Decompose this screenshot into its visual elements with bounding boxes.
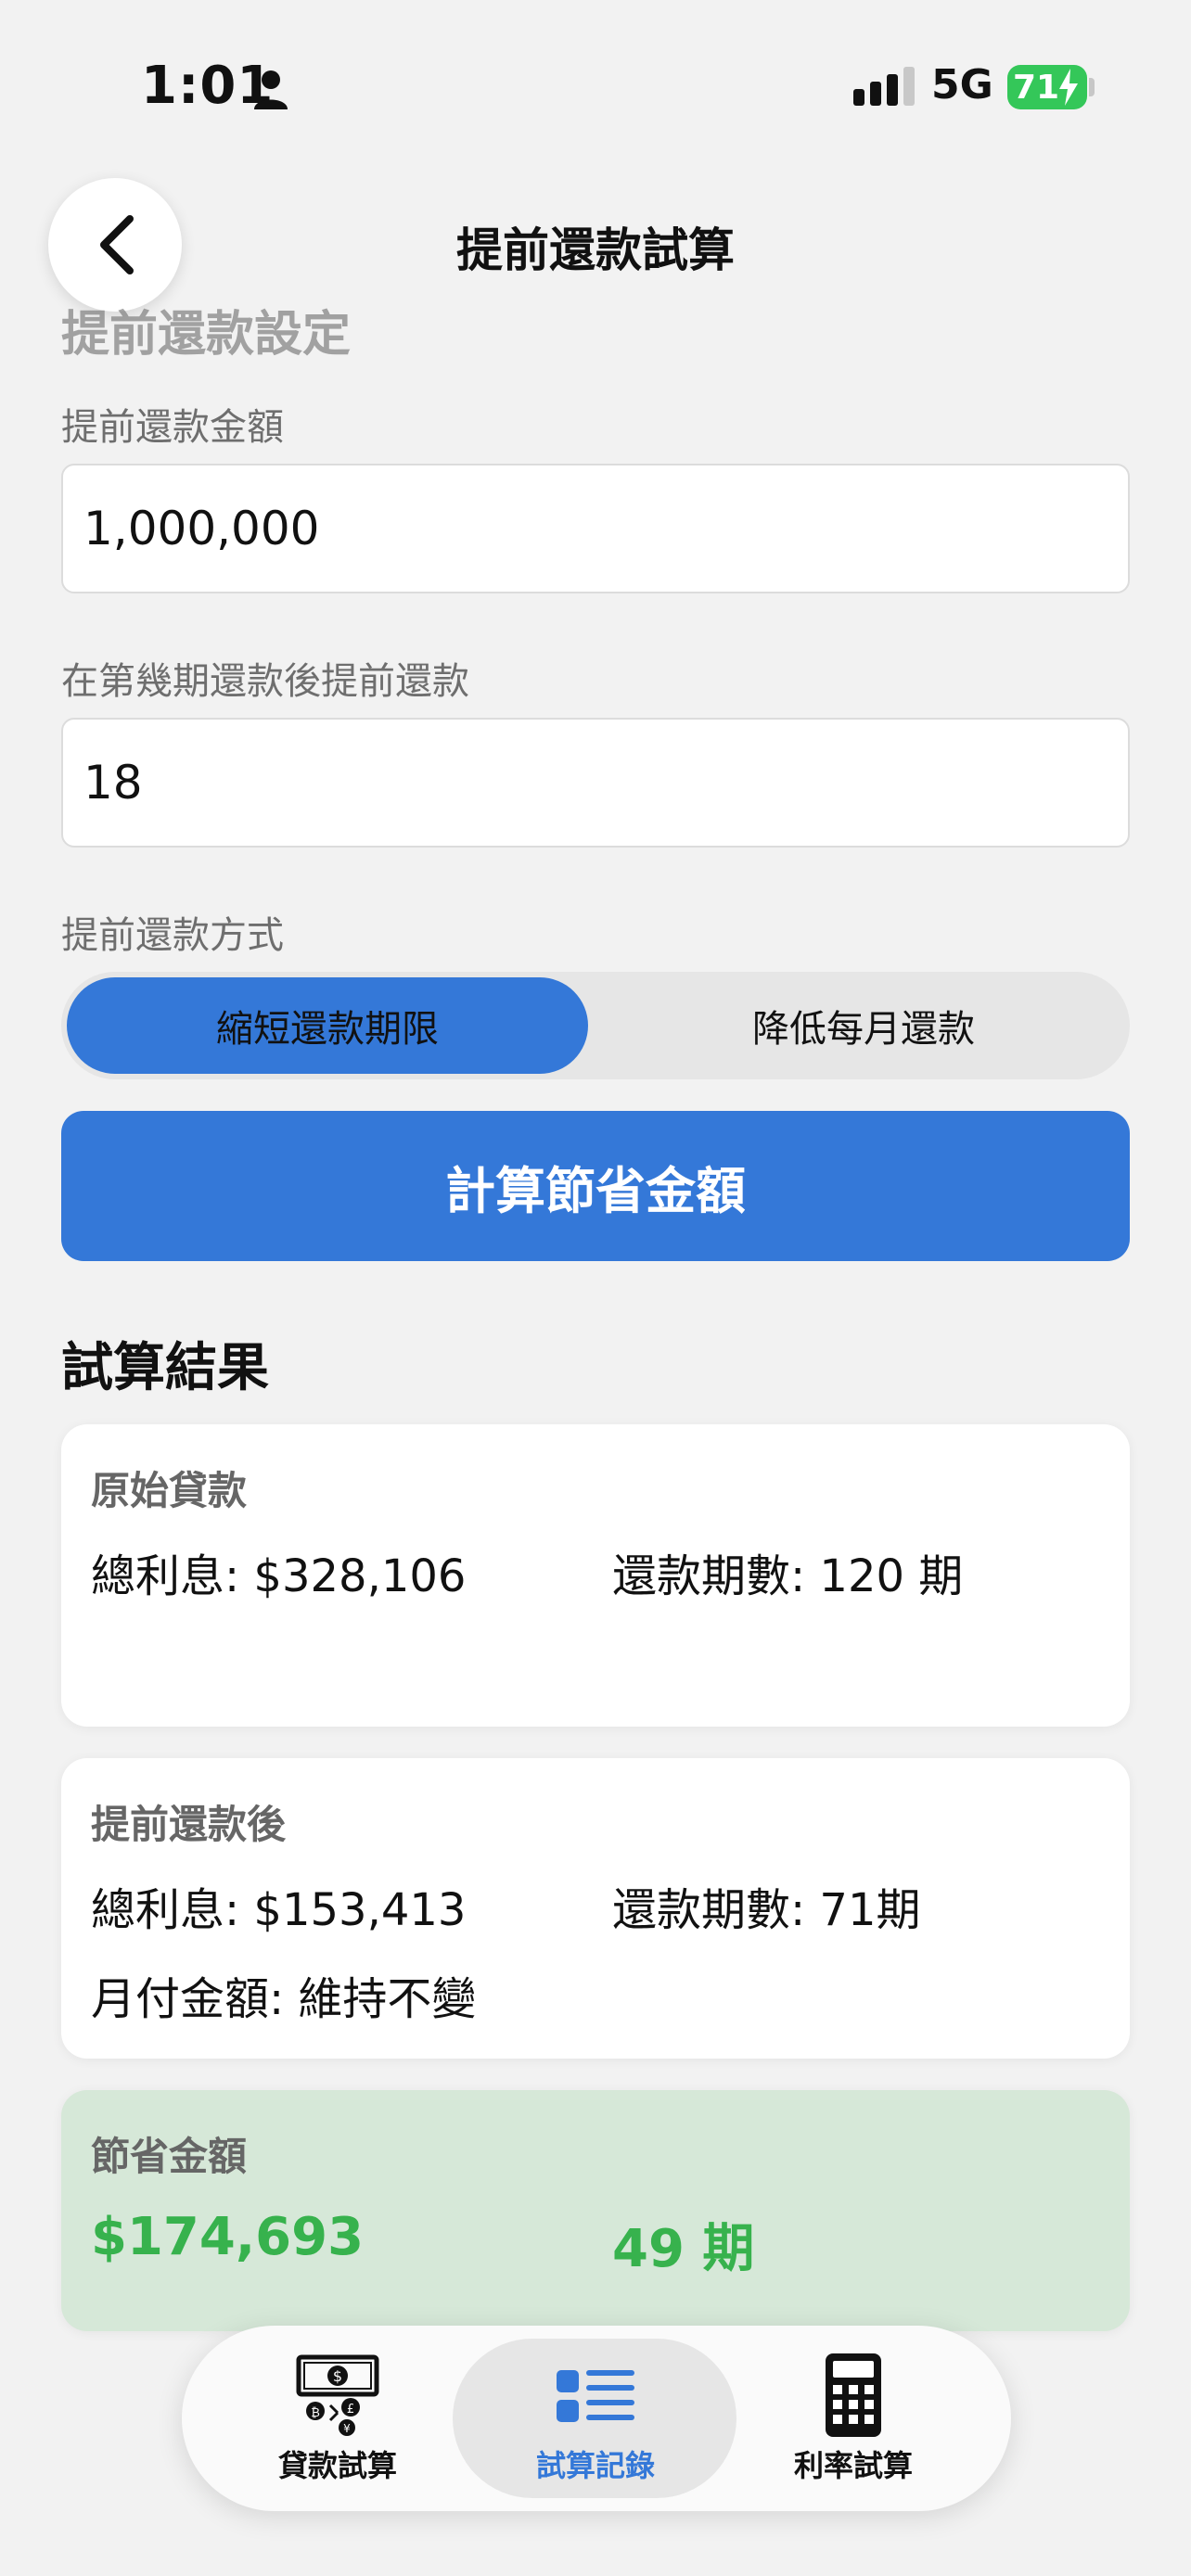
person-icon xyxy=(254,70,288,109)
svg-text:₿: ₿ xyxy=(311,2406,320,2420)
amount-label: 提前還款金額 xyxy=(61,406,284,449)
battery-tip xyxy=(1089,78,1095,96)
money-exchange-icon: $ ₿ £ ¥ xyxy=(296,2354,379,2436)
calculate-savings-button[interactable]: 計算節省金額 xyxy=(61,1111,1130,1261)
charging-bolt-icon xyxy=(1059,69,1078,106)
after-total-interest: 總利息: $153,413 xyxy=(91,1884,467,1936)
tab-loan-calculator[interactable]: $ ₿ £ ¥ 貸款試算 xyxy=(217,2326,458,2511)
tab-label-interest: 利率試算 xyxy=(793,2448,913,2483)
savings-periods: 49 期 xyxy=(612,2219,755,2279)
battery-level: 71 xyxy=(1013,68,1060,107)
svg-text:$: $ xyxy=(333,2367,342,2385)
original-loan-title: 原始貸款 xyxy=(91,1468,248,1513)
tab-interest-calculator[interactable]: 利率試算 xyxy=(733,2326,974,2511)
original-loan-card: 原始貸款 總利息: $328,106 還款期數: 120 期 xyxy=(61,1424,1130,1727)
tab-label-loan: 貸款試算 xyxy=(277,2448,397,2483)
calculator-icon xyxy=(826,2353,881,2437)
tab-label-records: 試算記錄 xyxy=(535,2448,655,2483)
amount-input[interactable]: 1,000,000 xyxy=(61,464,1130,593)
list-icon xyxy=(557,2370,634,2422)
method-option-reduce-payment[interactable]: 降低每月還款 xyxy=(603,977,1124,1074)
after-prepayment-title: 提前還款後 xyxy=(91,1802,287,1847)
period-input[interactable]: 18 xyxy=(61,718,1130,848)
svg-text:£: £ xyxy=(347,2403,354,2417)
method-option-shorten-term[interactable]: 縮短還款期限 xyxy=(67,977,588,1074)
network-label: 5G xyxy=(931,61,993,108)
page-title: 提前還款試算 xyxy=(456,223,735,277)
savings-title: 節省金額 xyxy=(91,2134,248,2179)
savings-amount: $174,693 xyxy=(91,2207,365,2267)
settings-section-title: 提前還款設定 xyxy=(61,307,352,363)
period-label: 在第幾期還款後提前還款 xyxy=(61,660,469,703)
savings-card: 節省金額 $174,693 49 期 xyxy=(61,2090,1130,2331)
tab-bar: $ ₿ £ ¥ 貸款試算 試算記錄 利率試算 xyxy=(182,2326,1011,2511)
monthly-payment-status: 月付金額: 維持不變 xyxy=(91,1973,477,2025)
method-segmented-control: 縮短還款期限 降低每月還款 xyxy=(61,972,1130,1079)
tab-calculation-records[interactable]: 試算記錄 xyxy=(475,2326,716,2511)
original-total-interest: 總利息: $328,106 xyxy=(91,1550,467,1602)
svg-text:¥: ¥ xyxy=(343,2422,351,2435)
after-periods: 還款期數: 71期 xyxy=(612,1884,921,1936)
original-periods: 還款期數: 120 期 xyxy=(612,1550,964,1602)
results-title: 試算結果 xyxy=(61,1338,269,1398)
after-prepayment-card: 提前還款後 總利息: $153,413 還款期數: 71期 月付金額: 維持不變 xyxy=(61,1758,1130,2059)
signal-icon xyxy=(853,67,915,106)
method-label: 提前還款方式 xyxy=(61,914,284,957)
